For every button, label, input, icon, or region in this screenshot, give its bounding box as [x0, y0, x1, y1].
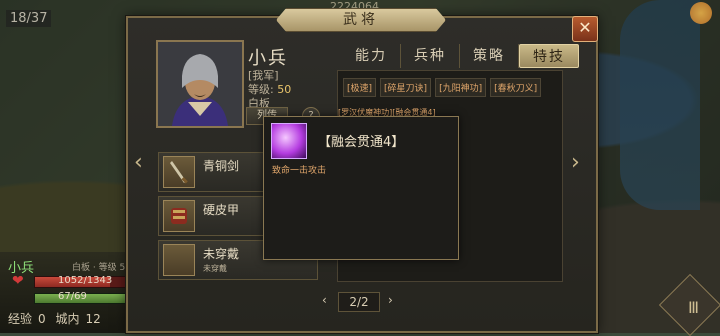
equipment-name: 硬皮甲: [203, 203, 240, 217]
tab-special-skills[interactable]: 特技: [519, 44, 579, 68]
sun-icon[interactable]: [690, 2, 712, 24]
prev-general-arrow[interactable]: ‹: [134, 150, 143, 175]
exp-label: 经验: [8, 312, 33, 326]
skill-tag[interactable]: [碎星刀诀]: [380, 78, 432, 97]
mp-text: 67/69: [58, 291, 87, 302]
tab-bar: 能力 兵种 策略 特技: [342, 44, 579, 68]
tab-troops[interactable]: 兵种: [401, 44, 460, 68]
heart-icon: ❤: [12, 273, 24, 289]
sword-icon: [163, 156, 195, 188]
city-value: 12: [85, 312, 101, 326]
pager: ‹ 2/2 ›: [320, 292, 400, 312]
window-title: 武将: [276, 8, 446, 32]
skill-tag[interactable]: [极速]: [343, 78, 377, 97]
equipment-sub: 未穿戴: [203, 264, 227, 273]
tooltip-description: 致命一击攻击: [272, 166, 327, 176]
skill-tag[interactable]: [春秋刀义]: [490, 78, 542, 97]
pager-prev-button[interactable]: ‹: [322, 293, 327, 307]
city-label: 城内: [55, 312, 80, 326]
bottom-hud: 小兵 白板 · 等级 50 ❤ 1052/1343 67/69 经验 0 城内 12: [0, 252, 140, 333]
level-value: 50: [277, 83, 292, 96]
equipment-name: 青铜剑: [203, 159, 240, 173]
skills-row-1: [极速] [碎星刀诀] [九阳神功] [春秋刀义]: [343, 78, 542, 97]
skill-tag[interactable]: [九阳神功]: [435, 78, 487, 97]
pager-next-button[interactable]: ›: [388, 293, 393, 307]
equipment-name: 未穿戴: [203, 247, 240, 261]
turn-counter: 18/37: [6, 10, 52, 27]
empty-slot-icon: [163, 244, 195, 276]
tab-ability[interactable]: 能力: [342, 44, 401, 68]
close-icon: ✕: [578, 18, 592, 37]
tooltip-title: 【融会贯通4】: [318, 135, 405, 150]
sword-icon-art: [170, 161, 188, 184]
armor-icon: [163, 200, 195, 232]
hp-text: 1052/1343: [58, 275, 113, 286]
general-portrait: [156, 40, 244, 128]
tab-strategy[interactable]: 策略: [460, 44, 519, 68]
next-general-arrow[interactable]: ›: [571, 150, 580, 175]
hud-stats: 经验 0 城内 12: [8, 310, 107, 327]
portrait-art: [158, 42, 242, 126]
exp-value: 0: [38, 312, 46, 326]
menu-icon: Ⅲ: [687, 298, 699, 317]
close-button[interactable]: ✕: [572, 16, 598, 42]
skill-tooltip: 【融会贯通4】 致命一击攻击: [263, 116, 459, 260]
pager-text: 2/2: [338, 292, 380, 312]
armor-icon-art: [171, 208, 187, 224]
hud-general-sub: 白板 · 等级 50: [72, 263, 131, 273]
skill-burst-icon: [271, 123, 307, 159]
